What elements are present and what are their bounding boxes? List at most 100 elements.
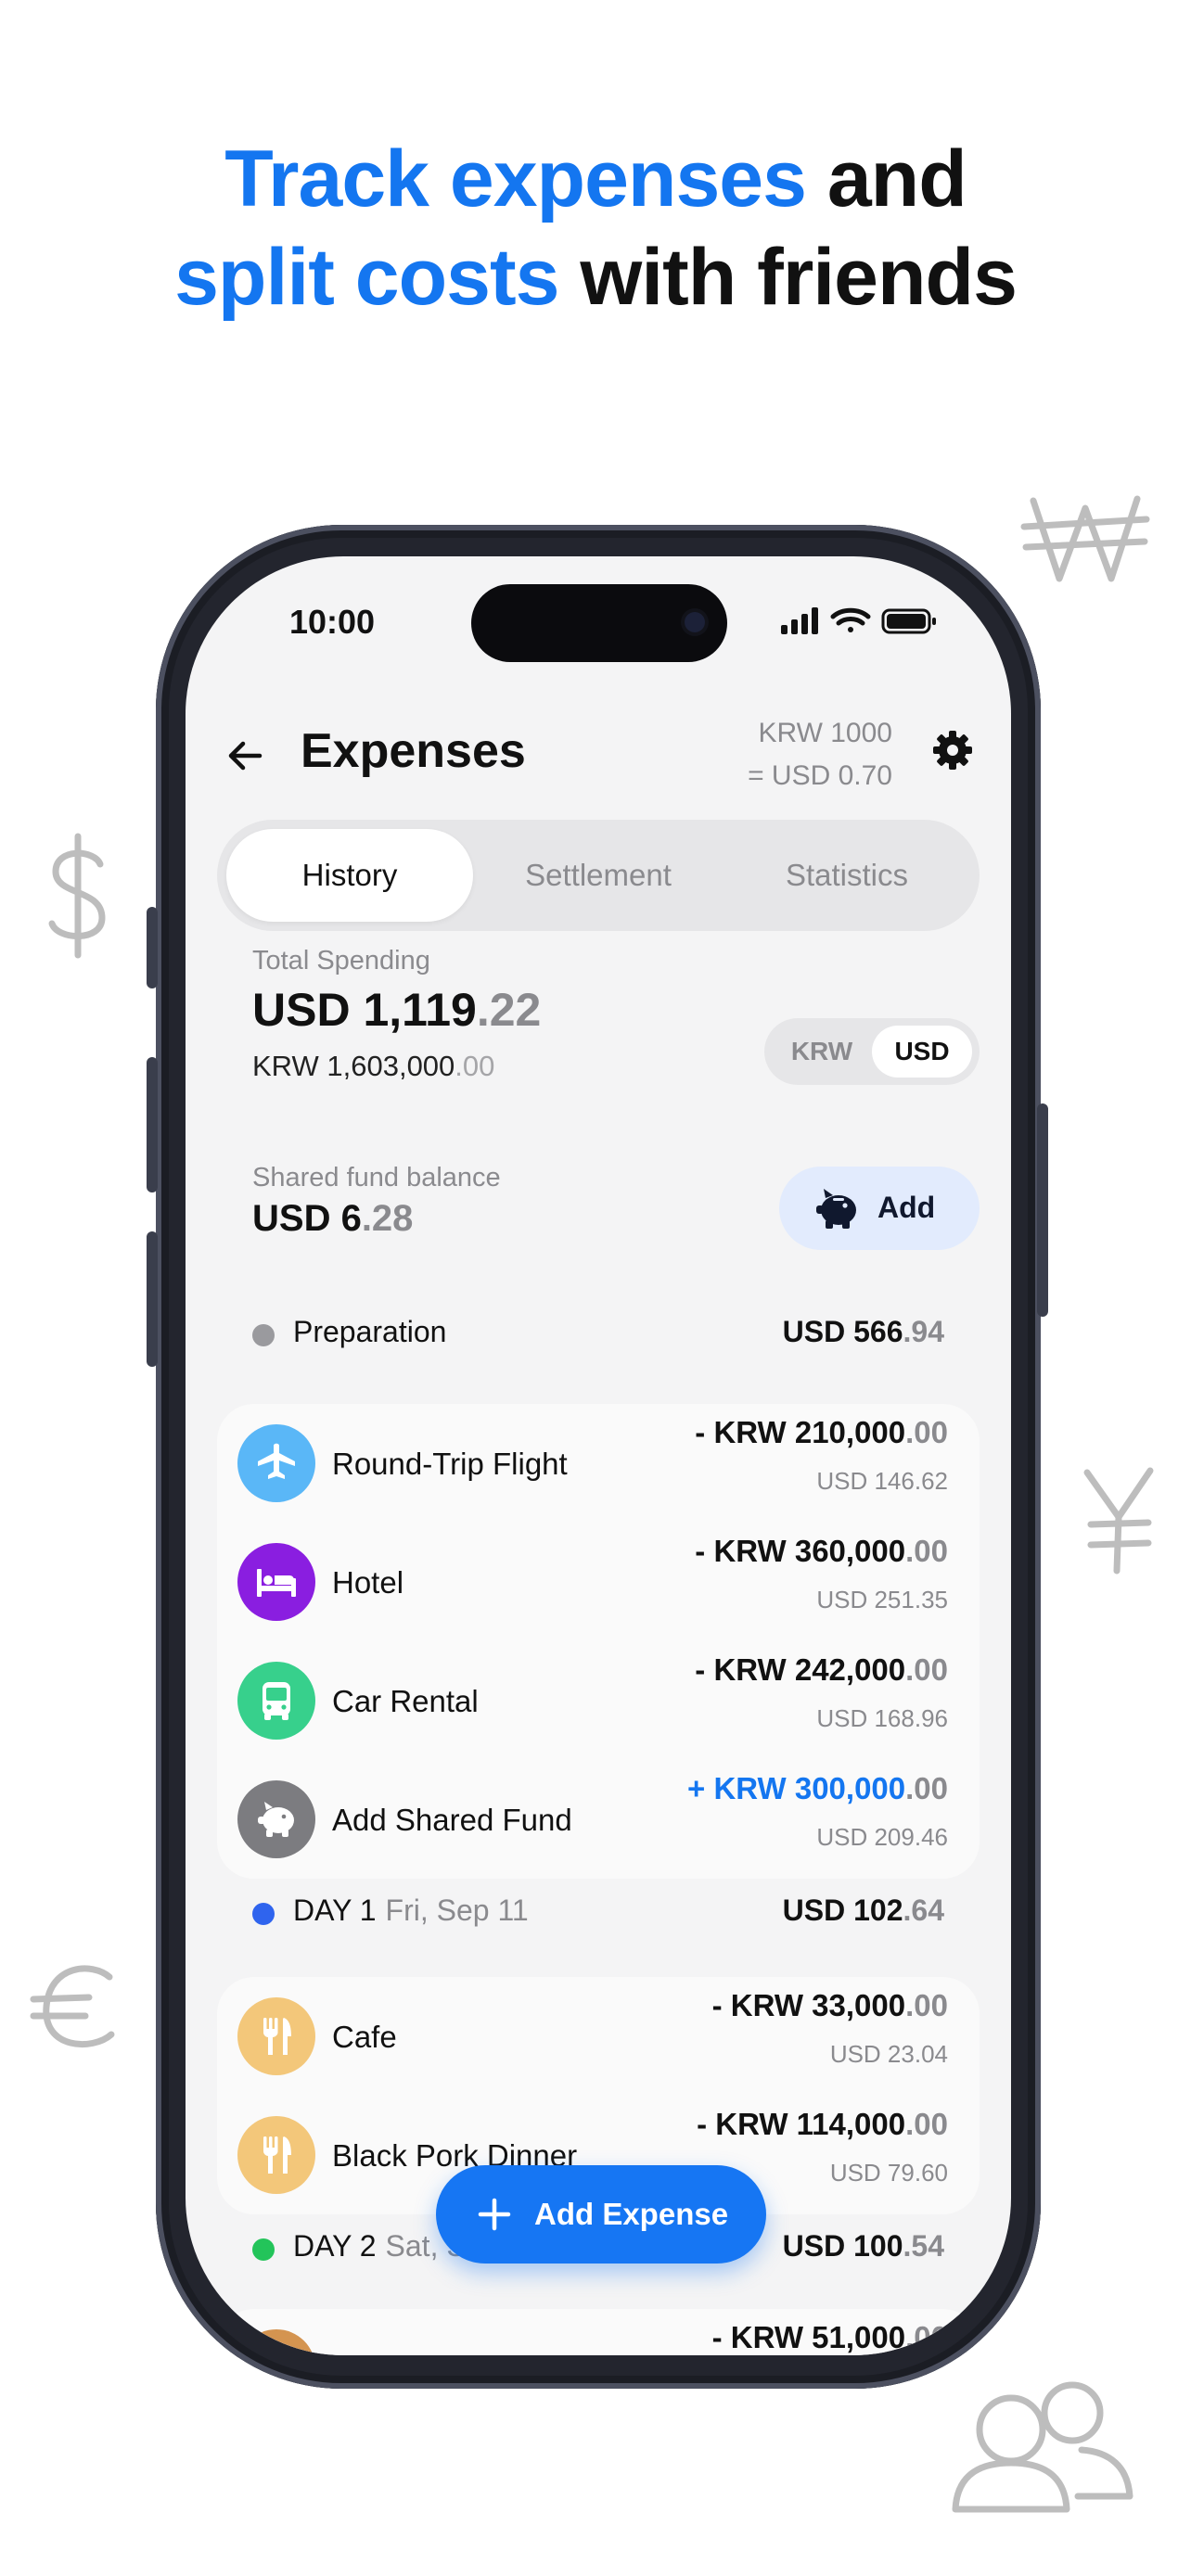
tab-bar: History Settlement Statistics bbox=[217, 820, 980, 931]
back-arrow-icon[interactable] bbox=[223, 733, 269, 779]
add-expense-label: Add Expense bbox=[534, 2197, 729, 2231]
tab-statistics[interactable]: Statistics bbox=[724, 829, 970, 922]
add-fund-label: Add bbox=[877, 1191, 936, 1224]
headline-text-1: and bbox=[805, 134, 967, 223]
amount-int: - KRW 114,000 bbox=[697, 2107, 906, 2141]
add-fund-button[interactable]: Add bbox=[779, 1167, 980, 1250]
fund-usd-int: USD 6 bbox=[252, 1198, 362, 1239]
section-header-preparation: Preparation USD 566.94 bbox=[252, 1315, 944, 1356]
food-icon bbox=[237, 2329, 315, 2355]
expense-row[interactable]: Cafe - KRW 33,000.00 USD 23.04 bbox=[217, 1977, 980, 2096]
fork-knife-icon bbox=[237, 1997, 315, 2075]
total-spending-usd: USD 1,119.22 bbox=[252, 983, 541, 1037]
euro-sign-icon bbox=[28, 1960, 121, 2053]
gear-icon[interactable] bbox=[929, 727, 976, 773]
amount-dec: .00 bbox=[905, 2107, 948, 2141]
expense-row[interactable]: Hotel - KRW 360,000.00 USD 251.35 bbox=[217, 1523, 980, 1641]
total-krw-int: KRW 1,603,000 bbox=[252, 1050, 455, 1082]
section-title: DAY 1 bbox=[293, 1894, 377, 1927]
exchange-rate: KRW 1000 = USD 0.70 bbox=[748, 712, 892, 797]
headline-line-1: Track expenses and bbox=[0, 130, 1191, 228]
dynamic-island bbox=[471, 584, 727, 662]
expense-card-day-2: - KRW 51,000.00 bbox=[217, 2309, 980, 2355]
exchange-rate-line-1: KRW 1000 bbox=[758, 718, 892, 748]
expense-row[interactable]: Add Shared Fund + KRW 300,000.00 USD 209… bbox=[217, 1760, 980, 1879]
volume-up-button bbox=[147, 1057, 158, 1192]
fund-usd-dec: .28 bbox=[361, 1198, 414, 1239]
fork-knife-icon bbox=[237, 2116, 315, 2194]
expense-converted: USD 168.96 bbox=[816, 1704, 948, 1732]
expense-amount: - KRW 360,000.00 bbox=[695, 1534, 948, 1569]
bus-icon bbox=[237, 1662, 315, 1740]
tab-history[interactable]: History bbox=[226, 829, 473, 922]
currency-toggle: KRW USD bbox=[764, 1018, 980, 1085]
amount-int: - KRW 242,000 bbox=[695, 1652, 906, 1687]
section-dot bbox=[252, 1324, 275, 1346]
expense-converted: USD 146.62 bbox=[816, 1467, 948, 1495]
tab-settlement[interactable]: Settlement bbox=[475, 829, 722, 922]
total-usd-int: USD 1,119 bbox=[252, 984, 477, 1036]
airplane-icon bbox=[237, 1424, 315, 1502]
expense-label: Add Shared Fund bbox=[332, 1803, 572, 1837]
group-icon bbox=[942, 2370, 1137, 2519]
expense-amount: - KRW 33,000.00 bbox=[712, 1988, 948, 2023]
total-usd-dec: .22 bbox=[476, 984, 542, 1036]
section-total: USD 102.64 bbox=[783, 1894, 944, 1928]
piggy-bank-icon bbox=[816, 1189, 856, 1229]
section-name: DAY 1 Fri, Sep 11 bbox=[293, 1894, 529, 1928]
expense-amount: - KRW 210,000.00 bbox=[695, 1415, 948, 1450]
headline-highlight-1: Track expenses bbox=[224, 134, 807, 223]
wifi-icon bbox=[830, 607, 871, 632]
section-total-int: USD 100 bbox=[782, 2229, 903, 2263]
expense-label: Cafe bbox=[332, 2020, 397, 2054]
amount-dec: .00 bbox=[905, 1415, 948, 1449]
section-dot bbox=[252, 1903, 275, 1925]
signal-icon bbox=[781, 607, 818, 634]
dollar-sign-icon bbox=[41, 831, 115, 961]
section-total-dec: .54 bbox=[903, 2229, 944, 2263]
total-spending-krw: KRW 1,603,000.00 bbox=[252, 1050, 494, 1083]
expense-row[interactable]: - KRW 51,000.00 bbox=[217, 2309, 980, 2355]
expense-amount: - KRW 114,000.00 bbox=[697, 2107, 948, 2142]
volume-down-button bbox=[147, 1231, 158, 1367]
section-title: DAY 2 bbox=[293, 2229, 377, 2263]
headline: Track expenses and split costs with frie… bbox=[0, 130, 1191, 326]
section-total: USD 100.54 bbox=[783, 2229, 944, 2264]
section-total-dec: .64 bbox=[903, 1894, 944, 1927]
amount-int: - KRW 210,000 bbox=[695, 1415, 906, 1449]
expense-row[interactable]: Round-Trip Flight - KRW 210,000.00 USD 1… bbox=[217, 1404, 980, 1523]
power-button bbox=[1037, 1103, 1048, 1317]
expense-label: Car Rental bbox=[332, 1684, 479, 1718]
section-dot bbox=[252, 2238, 275, 2261]
amount-dec: .00 bbox=[905, 1652, 948, 1687]
expense-amount: - KRW 51,000.00 bbox=[712, 2320, 948, 2355]
expense-converted: USD 251.35 bbox=[816, 1586, 948, 1613]
expense-converted: USD 79.60 bbox=[829, 2159, 948, 2187]
currency-option-usd[interactable]: USD bbox=[872, 1026, 972, 1078]
section-name: Preparation bbox=[293, 1315, 446, 1349]
section-total: USD 566.94 bbox=[783, 1315, 944, 1349]
fund-balance-value: USD 6.28 bbox=[252, 1198, 413, 1240]
amount-dec: .00 bbox=[905, 2320, 948, 2354]
section-total-int: USD 566 bbox=[782, 1315, 903, 1348]
amount-int: - KRW 51,000 bbox=[711, 2320, 906, 2354]
headline-highlight-2: split costs bbox=[174, 233, 559, 322]
amount-dec: .00 bbox=[905, 1534, 948, 1568]
expense-converted: USD 209.46 bbox=[816, 1823, 948, 1851]
amount-dec: .00 bbox=[905, 1771, 948, 1805]
battery-icon bbox=[881, 608, 936, 634]
piggy-bank-icon bbox=[237, 1780, 315, 1858]
camera-icon bbox=[685, 612, 705, 632]
expense-label: Hotel bbox=[332, 1565, 404, 1600]
headline-line-2: split costs with friends bbox=[0, 228, 1191, 326]
exchange-rate-line-2: = USD 0.70 bbox=[748, 760, 892, 791]
expense-row[interactable]: Car Rental - KRW 242,000.00 USD 168.96 bbox=[217, 1641, 980, 1760]
yen-sign-icon bbox=[1076, 1465, 1159, 1576]
amount-int: - KRW 360,000 bbox=[695, 1534, 906, 1568]
currency-option-krw[interactable]: KRW bbox=[772, 1026, 872, 1078]
section-total-int: USD 102 bbox=[782, 1894, 903, 1927]
expense-amount: + KRW 300,000.00 bbox=[687, 1771, 948, 1806]
amount-int: + KRW 300,000 bbox=[687, 1771, 906, 1805]
add-expense-button[interactable]: Add Expense bbox=[436, 2165, 766, 2264]
total-krw-dec: .00 bbox=[455, 1050, 495, 1082]
